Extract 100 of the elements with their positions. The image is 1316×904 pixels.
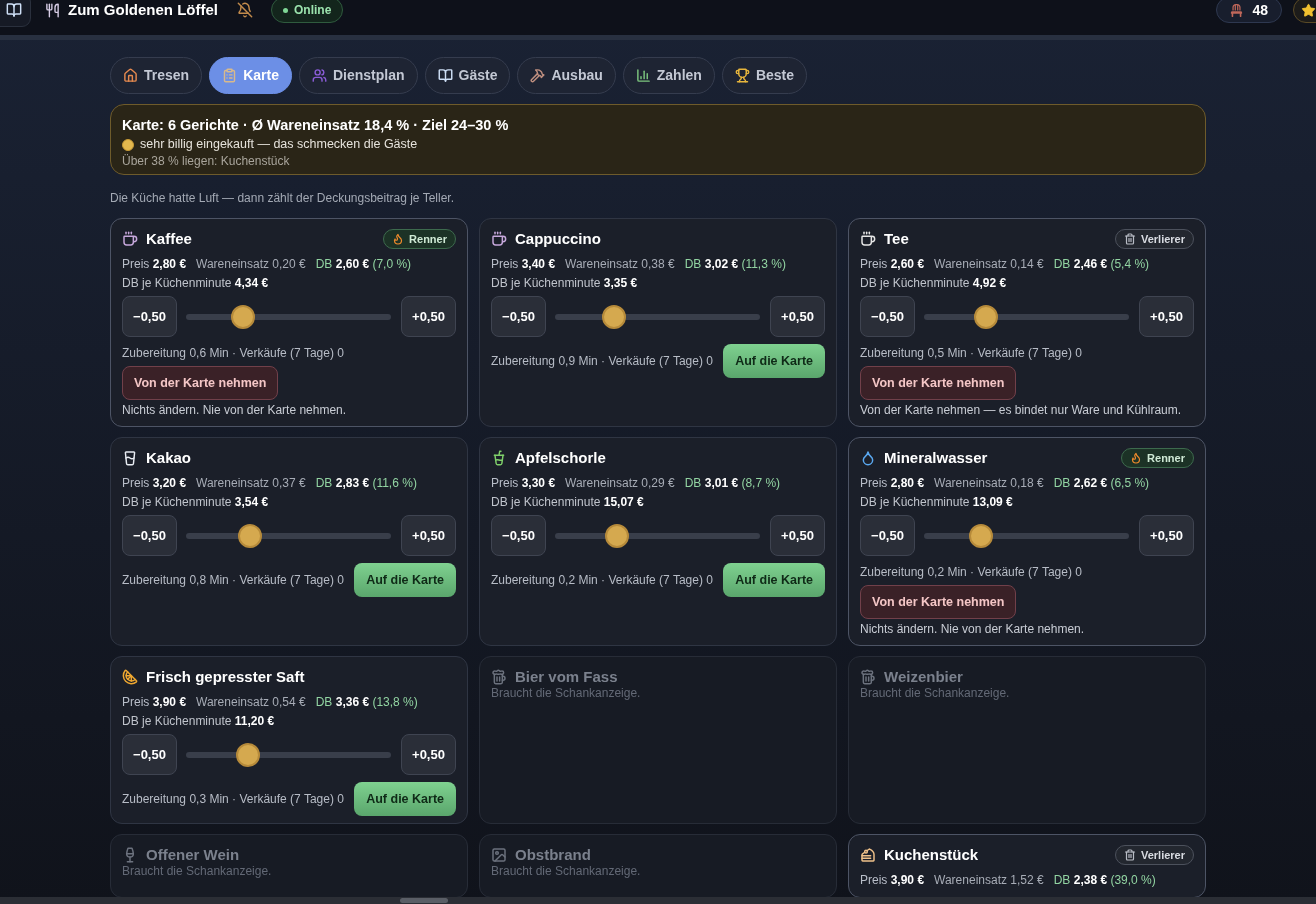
- cost-text: Wareneinsatz 0,29 €: [565, 475, 675, 492]
- margin-per-minute-text: DB je Küchenminute 3,54 €: [122, 494, 269, 511]
- margin-per-minute-text: DB je Küchenminute 13,09 €: [860, 494, 1013, 511]
- advice-text: Nichts ändern. Nie von der Karte nehmen.: [122, 402, 348, 419]
- price-slider[interactable]: [924, 523, 1129, 548]
- status-tag: Renner: [383, 229, 456, 249]
- price-slider[interactable]: [186, 523, 391, 548]
- seats-pill: 48: [1216, 0, 1282, 23]
- price-text: Preis 3,90 €: [860, 872, 925, 889]
- margin-text: DB 2,62 € (6,5 %): [1053, 475, 1150, 492]
- price-slider[interactable]: [555, 523, 760, 548]
- cup-with-straw-icon: [491, 450, 507, 466]
- dish-details: Zubereitung 0,2 Min · Verkäufe (7 Tage) 0: [491, 571, 713, 589]
- decrease-price-button[interactable]: −0,50: [860, 296, 915, 337]
- price-slider[interactable]: [186, 742, 391, 767]
- dish-details: Zubereitung 0,3 Min · Verkäufe (7 Tage) 0: [122, 790, 344, 808]
- margin-text: DB 2,38 € (39,0 %): [1053, 872, 1156, 889]
- increase-price-button[interactable]: +0,50: [401, 734, 456, 775]
- slider-thumb[interactable]: [602, 304, 627, 329]
- slider-thumb[interactable]: [231, 304, 256, 329]
- decrease-price-button[interactable]: −0,50: [122, 734, 177, 775]
- add-to-menu-button[interactable]: Auf die Karte: [354, 782, 456, 816]
- nav-tab[interactable]: Zahlen: [622, 57, 715, 94]
- add-to-menu-button[interactable]: Auf die Karte: [723, 563, 825, 597]
- flame-icon: [1130, 452, 1143, 464]
- increase-price-button[interactable]: +0,50: [770, 296, 825, 337]
- slider-thumb[interactable]: [235, 742, 260, 767]
- slider-thumb[interactable]: [969, 523, 994, 548]
- price-slider[interactable]: [555, 304, 760, 329]
- status-tag: Renner: [1121, 448, 1194, 468]
- increase-price-button[interactable]: +0,50: [1139, 296, 1194, 337]
- flame-icon: [392, 233, 405, 245]
- decrease-price-button[interactable]: −0,50: [122, 515, 177, 556]
- slider-thumb[interactable]: [237, 523, 262, 548]
- margin-text: DB 3,01 € (8,7 %): [684, 475, 781, 492]
- scrollbar-thumb[interactable]: [400, 898, 448, 903]
- mug-icon: [491, 231, 507, 247]
- nav-tab[interactable]: Tresen: [110, 57, 203, 94]
- margin-text: DB 2,46 € (5,4 %): [1053, 256, 1150, 273]
- price-slider[interactable]: [924, 304, 1129, 329]
- chair-icon: [1230, 3, 1244, 17]
- dish-name: Kuchenstück: [884, 844, 979, 865]
- utensils-icon: [45, 2, 60, 18]
- price-text: Preis 2,60 €: [860, 256, 925, 273]
- dish-details: Zubereitung 0,5 Min · Verkäufe (7 Tage) 0: [860, 345, 1082, 362]
- price-text: Preis 2,80 €: [860, 475, 925, 492]
- increase-price-button[interactable]: +0,50: [401, 296, 456, 337]
- remove-from-menu-button[interactable]: Von der Karte nehmen: [860, 366, 1017, 400]
- nav-tab[interactable]: Beste: [721, 57, 808, 94]
- cost-text: Wareneinsatz 0,54 €: [196, 694, 306, 711]
- remove-from-menu-button[interactable]: Von der Karte nehmen: [860, 585, 1017, 619]
- add-to-menu-button[interactable]: Auf die Karte: [354, 563, 456, 597]
- status-tag: Verlierer: [1114, 845, 1194, 865]
- slider-thumb[interactable]: [604, 523, 629, 548]
- nav-tab[interactable]: Gäste: [424, 57, 511, 94]
- price-slider[interactable]: [186, 304, 391, 329]
- nav-tab[interactable]: Ausbau: [517, 57, 616, 94]
- dish-name: Kakao: [146, 447, 192, 468]
- dish-name: Mineralwasser: [884, 447, 988, 468]
- locked-hint: Braucht die Schankanzeige.: [491, 686, 642, 701]
- dish-name: Cappuccino: [515, 228, 601, 249]
- margin-text: DB 3,02 € (11,3 %): [684, 256, 786, 273]
- increase-price-button[interactable]: +0,50: [1139, 515, 1194, 556]
- dish-name: Obstbrand: [515, 844, 591, 865]
- scrollbar-track[interactable]: [0, 897, 1316, 904]
- decrease-price-button[interactable]: −0,50: [491, 296, 546, 337]
- dish-name: Frisch gepresster Saft: [146, 666, 305, 687]
- increase-price-button[interactable]: +0,50: [401, 515, 456, 556]
- price-text: Preis 3,40 €: [491, 256, 556, 273]
- house-icon: [123, 68, 138, 83]
- cost-text: Wareneinsatz 0,18 €: [934, 475, 1044, 492]
- clipboard-icon: [222, 68, 238, 83]
- bar-chart-icon: [635, 68, 651, 83]
- dish-details: Zubereitung 0,6 Min · Verkäufe (7 Tage) 0: [122, 345, 344, 362]
- increase-price-button[interactable]: +0,50: [770, 515, 825, 556]
- dish-name: Tee: [884, 228, 909, 249]
- advice-text: Nichts ändern. Nie von der Karte nehmen.: [860, 621, 1086, 638]
- glass-icon: [122, 450, 138, 466]
- decrease-price-button[interactable]: −0,50: [860, 515, 915, 556]
- locked-hint: Braucht die Schankanzeige.: [491, 864, 642, 879]
- kitchen-note: Die Küche hatte Luft — dann zählt der Deckungsbeitrag je Teller.: [110, 190, 455, 206]
- droplet-icon: [860, 450, 876, 466]
- remove-from-menu-button[interactable]: Von der Karte nehmen: [122, 366, 279, 400]
- dish-details: Zubereitung 0,9 Min · Verkäufe (7 Tage) 0: [491, 352, 713, 370]
- slider-thumb[interactable]: [973, 304, 998, 329]
- margin-text: DB 2,83 € (11,6 %): [315, 475, 417, 492]
- beer-mug-icon: [860, 669, 876, 685]
- locked-hint: Braucht die Schankanzeige.: [860, 686, 1011, 701]
- cost-text: Wareneinsatz 0,37 €: [196, 475, 306, 492]
- bell-off-icon[interactable]: [237, 2, 253, 18]
- dish-details: Zubereitung 0,2 Min · Verkäufe (7 Tage) 0: [860, 564, 1082, 581]
- hammer-icon: [530, 68, 546, 83]
- decrease-price-button[interactable]: −0,50: [122, 296, 177, 337]
- add-to-menu-button[interactable]: Auf die Karte: [723, 344, 825, 378]
- cost-text: Wareneinsatz 0,14 €: [934, 256, 1044, 273]
- dish-name: Apfelschorle: [515, 447, 606, 468]
- status-tag: Verlierer: [1114, 229, 1194, 249]
- decrease-price-button[interactable]: −0,50: [491, 515, 546, 556]
- dish-name: Offener Wein: [146, 844, 240, 865]
- nav-tab[interactable]: Dienstplan: [298, 57, 418, 94]
